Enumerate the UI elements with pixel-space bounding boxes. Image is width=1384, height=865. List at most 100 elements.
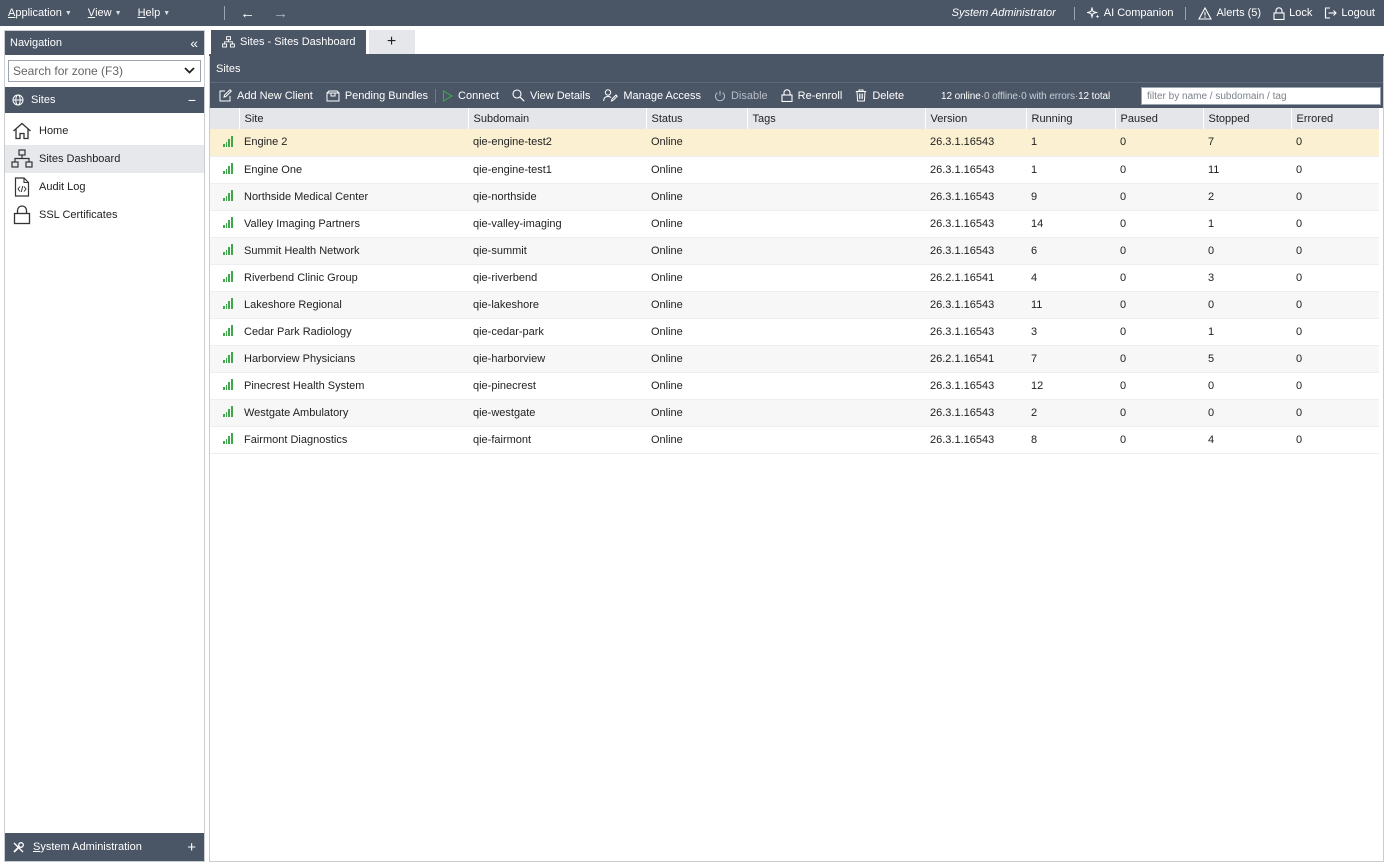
table-row[interactable]: Cedar Park Radiology qie-cedar-park Online… bbox=[210, 318, 1379, 346]
lock-button[interactable]: Lock bbox=[1267, 6, 1318, 20]
menu-help-mnemonic: H bbox=[137, 7, 146, 19]
cell-version: 26.3.1.16543 bbox=[925, 129, 1026, 157]
table-row[interactable]: Engine 2 qie-engine-test2 Online 26.3.1.165… bbox=[210, 129, 1379, 157]
menu-view-label: iew bbox=[95, 7, 112, 19]
column-header-stopped[interactable]: Stopped bbox=[1203, 108, 1292, 129]
logout-button[interactable]: Logout bbox=[1318, 7, 1381, 19]
signal-strength-icon bbox=[223, 351, 234, 363]
table-row[interactable]: Engine One qie-engine-test1 Online 26.3.1.1… bbox=[210, 156, 1379, 184]
connect-button[interactable]: Connect bbox=[436, 84, 506, 108]
sites-toolbar: Add New Client Pending Bundles Connect V bbox=[210, 82, 1383, 108]
filter-input[interactable] bbox=[1141, 87, 1381, 105]
table-row[interactable]: Westgate Ambulatory qie-westgate Online 26.… bbox=[210, 399, 1379, 427]
cell-tags bbox=[747, 183, 925, 211]
site-counts-summary: 12 online · 0 offline · 0 with errors · … bbox=[941, 83, 1110, 109]
ai-companion-button[interactable]: AI Companion bbox=[1081, 6, 1180, 20]
cell-subdomain: qie-cedar-park bbox=[468, 318, 646, 346]
cell-stopped: 4 bbox=[1203, 426, 1291, 454]
cell-paused: 0 bbox=[1115, 156, 1203, 184]
cell-running: 6 bbox=[1026, 237, 1115, 265]
cell-stopped: 1 bbox=[1203, 210, 1291, 238]
sites-table-body: Engine 2 qie-engine-test2 Online 26.3.1.165… bbox=[210, 129, 1379, 454]
zone-search-combobox[interactable]: Search for zone (F3) bbox=[8, 60, 201, 82]
nav-item-home[interactable]: Home bbox=[5, 117, 204, 145]
nav-item-sites-dashboard[interactable]: Sites Dashboard bbox=[5, 145, 204, 173]
code-file-icon bbox=[11, 176, 33, 198]
nav-item-home-label: Home bbox=[39, 125, 69, 137]
disable-button[interactable]: Disable bbox=[708, 84, 775, 108]
nav-item-audit-log[interactable]: Audit Log bbox=[5, 173, 204, 201]
column-header-signal bbox=[210, 108, 240, 129]
nav-item-audit-log-label: Audit Log bbox=[39, 181, 86, 193]
chevron-down-icon[interactable] bbox=[184, 65, 195, 77]
tab-sites-dashboard[interactable]: Sites - Sites Dashboard bbox=[211, 30, 366, 54]
cell-site: Harborview Physicians bbox=[239, 345, 468, 373]
menu-help[interactable]: Help ▼ bbox=[130, 7, 179, 19]
sites-section-header[interactable]: Sites − bbox=[5, 87, 204, 113]
cell-paused: 0 bbox=[1115, 210, 1203, 238]
cell-tags bbox=[747, 156, 925, 184]
cell-paused: 0 bbox=[1115, 291, 1203, 319]
cell-errored: 0 bbox=[1291, 210, 1379, 238]
cell-status: Online bbox=[646, 183, 747, 211]
signal-strength-icon bbox=[223, 432, 234, 444]
column-header-paused[interactable]: Paused bbox=[1115, 108, 1204, 129]
menu-application[interactable]: Application ▼ bbox=[0, 7, 80, 19]
collapse-double-chevron-icon[interactable]: « bbox=[190, 35, 198, 51]
header-divider bbox=[1185, 6, 1187, 20]
system-administration-label: System Administration bbox=[33, 841, 142, 853]
table-row[interactable]: Riverbend Clinic Group qie-riverbend Onlin… bbox=[210, 264, 1379, 292]
re-enroll-button[interactable]: Re-enroll bbox=[775, 84, 850, 108]
view-details-label: View Details bbox=[530, 89, 591, 102]
column-header-subdomain[interactable]: Subdomain bbox=[468, 108, 647, 129]
cell-subdomain: qie-fairmont bbox=[468, 426, 646, 454]
table-row[interactable]: Harborview Physicians qie-harborview Onlin… bbox=[210, 345, 1379, 373]
table-row[interactable]: Northside Medical Center qie-northside Onl… bbox=[210, 183, 1379, 211]
main-area: Sites - Sites Dashboard + Sites Add New … bbox=[209, 30, 1384, 862]
table-row[interactable]: Lakeshore Regional qie-lakeshore Online 26.… bbox=[210, 291, 1379, 319]
column-header-status[interactable]: Status bbox=[646, 108, 748, 129]
view-details-button[interactable]: View Details bbox=[506, 84, 597, 108]
cell-subdomain: qie-valley-imaging bbox=[468, 210, 646, 238]
manage-access-button[interactable]: Manage Access bbox=[597, 84, 708, 108]
cell-tags bbox=[747, 291, 925, 319]
lock-icon bbox=[1273, 6, 1285, 20]
total-count: 12 total bbox=[1078, 90, 1111, 102]
cell-status: Online bbox=[646, 318, 747, 346]
signal-strength-icon bbox=[223, 405, 234, 417]
menu-application-label: pplication bbox=[15, 7, 62, 19]
column-header-running[interactable]: Running bbox=[1026, 108, 1116, 129]
table-row[interactable]: Fairmont Diagnostics qie-fairmont Online 26… bbox=[210, 426, 1379, 454]
cell-site: Summit Health Network bbox=[239, 237, 468, 265]
table-row[interactable]: Summit Health Network qie-summit Online 26.… bbox=[210, 237, 1379, 265]
delete-button[interactable]: Delete bbox=[849, 84, 911, 108]
expand-section-icon[interactable]: + bbox=[187, 839, 196, 856]
cell-site: Engine One bbox=[239, 156, 468, 184]
nav-item-ssl-certificates[interactable]: SSL Certificates bbox=[5, 201, 204, 229]
sitemap-icon bbox=[222, 36, 235, 48]
navigation-title: Navigation bbox=[10, 37, 62, 49]
add-tab-button[interactable]: + bbox=[368, 30, 415, 54]
cell-version: 26.3.1.16543 bbox=[925, 318, 1026, 346]
table-row[interactable]: Valley Imaging Partners qie-valley-imagin… bbox=[210, 210, 1379, 238]
cell-status: Online bbox=[646, 291, 747, 319]
cell-stopped: 3 bbox=[1203, 264, 1291, 292]
pending-bundles-button[interactable]: Pending Bundles bbox=[320, 84, 435, 108]
add-new-client-button[interactable]: Add New Client bbox=[213, 84, 320, 108]
collapse-section-icon[interactable]: − bbox=[188, 92, 196, 108]
cell-paused: 0 bbox=[1115, 345, 1203, 373]
forward-arrow-icon[interactable]: → bbox=[264, 5, 297, 22]
cell-subdomain: qie-engine-test1 bbox=[468, 156, 646, 184]
cell-site: Fairmont Diagnostics bbox=[239, 426, 468, 454]
table-row[interactable]: Pinecrest Health System qie-pinecrest Onli… bbox=[210, 372, 1379, 400]
back-arrow-icon[interactable]: ← bbox=[231, 5, 264, 22]
cell-errored: 0 bbox=[1291, 264, 1379, 292]
column-header-errored[interactable]: Errored bbox=[1291, 108, 1380, 129]
column-header-tags[interactable]: Tags bbox=[747, 108, 926, 129]
cell-subdomain: qie-riverbend bbox=[468, 264, 646, 292]
menu-view[interactable]: View ▼ bbox=[80, 7, 130, 19]
system-administration-section-header[interactable]: System Administration + bbox=[5, 833, 204, 861]
column-header-version[interactable]: Version bbox=[925, 108, 1027, 129]
column-header-site[interactable]: Site bbox=[239, 108, 469, 129]
alerts-button[interactable]: Alerts (5) bbox=[1192, 6, 1267, 20]
